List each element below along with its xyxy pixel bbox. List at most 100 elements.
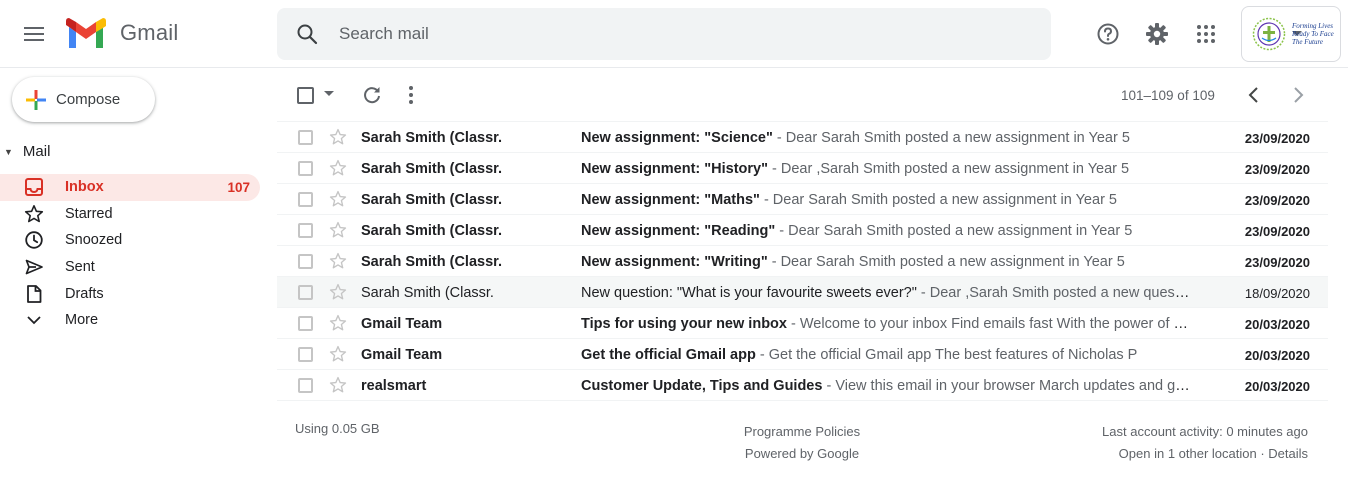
message-subject: New question: "What is your favourite sw… — [581, 285, 917, 301]
star-icon[interactable] — [329, 190, 347, 208]
message-row[interactable]: realsmart Customer Update, Tips and Guid… — [277, 370, 1328, 401]
message-row[interactable]: Gmail Team Get the official Gmail app - … — [277, 339, 1328, 370]
message-list: Sarah Smith (Classr. New assignment: "Sc… — [277, 121, 1328, 401]
message-content: New question: "What is your favourite sw… — [581, 285, 1191, 301]
compose-plus-icon — [26, 89, 46, 110]
sidebar-item-starred[interactable]: Starred — [0, 201, 260, 228]
row-checkbox[interactable] — [298, 378, 313, 393]
search-icon[interactable] — [295, 22, 319, 46]
row-checkbox[interactable] — [298, 223, 313, 238]
row-checkbox[interactable] — [298, 161, 313, 176]
hamburger-icon — [24, 27, 44, 41]
apps-button[interactable] — [1186, 14, 1226, 54]
message-content: New assignment: "Maths" - Dear Sarah Smi… — [581, 192, 1191, 208]
more-options-icon[interactable] — [407, 84, 415, 106]
message-date: 23/09/2020 — [1244, 193, 1310, 208]
search-bar[interactable] — [277, 8, 1302, 60]
compose-label: Compose — [56, 91, 121, 108]
settings-button[interactable] — [1137, 14, 1177, 54]
inbox-icon — [24, 177, 44, 197]
apps-grid-icon — [1197, 25, 1215, 43]
message-sender: Sarah Smith (Classr. — [361, 223, 503, 239]
message-row[interactable]: Sarah Smith (Classr. New assignment: "Hi… — [277, 153, 1328, 184]
clock-icon — [24, 230, 44, 250]
message-row[interactable]: Gmail Team Tips for using your new inbox… — [277, 308, 1328, 339]
message-subject: Get the official Gmail app — [581, 347, 756, 363]
organisation-account-badge[interactable]: Forming Lives Ready To Face The Future — [1241, 6, 1341, 62]
message-content: New assignment: "History" - Dear ,Sarah … — [581, 161, 1191, 177]
list-toolbar: 101–109 of 109 — [277, 72, 1328, 120]
org-tagline-line-2: Ready To Face — [1292, 30, 1334, 38]
sidebar-item-label: Drafts — [65, 285, 104, 302]
message-row[interactable]: Sarah Smith (Classr. New assignment: "Re… — [277, 215, 1328, 246]
send-icon — [24, 257, 44, 277]
storage-usage[interactable]: Using 0.05 GB — [295, 421, 380, 436]
star-icon[interactable] — [329, 159, 347, 177]
star-icon[interactable] — [329, 314, 347, 332]
chevron-left-icon[interactable] — [1243, 84, 1265, 106]
refresh-icon[interactable] — [361, 84, 383, 106]
select-all-checkbox[interactable] — [297, 87, 314, 104]
select-options-caret-icon[interactable] — [324, 91, 334, 97]
star-icon[interactable] — [329, 376, 347, 394]
compose-button[interactable]: Compose — [12, 77, 155, 122]
message-snippet: - Dear Sarah Smith posted a new assignme… — [772, 130, 1130, 146]
gmail-m-icon — [66, 18, 106, 48]
star-icon[interactable] — [329, 345, 347, 363]
message-date: 23/09/2020 — [1244, 131, 1310, 146]
message-sender: Sarah Smith (Classr. — [361, 285, 494, 301]
sidebar-item-more[interactable]: More — [0, 307, 260, 334]
message-row[interactable]: Sarah Smith (Classr. New question: "What… — [277, 277, 1328, 308]
org-tagline-line-1: Forming Lives — [1292, 22, 1334, 30]
chevron-right-icon[interactable] — [1287, 84, 1309, 106]
message-date: 20/03/2020 — [1244, 348, 1310, 363]
message-row[interactable]: Sarah Smith (Classr. New assignment: "Wr… — [277, 246, 1328, 277]
star-icon[interactable] — [329, 283, 347, 301]
message-content: New assignment: "Reading" - Dear Sarah S… — [581, 223, 1191, 239]
row-checkbox[interactable] — [298, 316, 313, 331]
message-sender: Sarah Smith (Classr. — [361, 130, 503, 146]
message-subject: Tips for using your new inbox — [581, 316, 787, 332]
message-date: 23/09/2020 — [1244, 162, 1310, 177]
message-snippet: - Dear Sarah Smith posted a new assignme… — [775, 223, 1133, 239]
message-row[interactable]: Sarah Smith (Classr. New assignment: "Sc… — [277, 122, 1328, 153]
sidebar-item-label: Snoozed — [65, 232, 123, 249]
programme-policies-link[interactable]: Programme Policies — [739, 421, 865, 443]
powered-by-google: Powered by Google — [744, 446, 860, 461]
sidebar-item-sent[interactable]: Sent — [0, 254, 260, 281]
message-sender: Sarah Smith (Classr. — [361, 254, 503, 270]
other-location-details-link[interactable]: Open in 1 other location · Details — [1102, 443, 1308, 465]
row-checkbox[interactable] — [298, 130, 313, 145]
message-date: 20/03/2020 — [1244, 317, 1310, 332]
row-checkbox[interactable] — [298, 254, 313, 269]
sidebar-item-snoozed[interactable]: Snoozed — [0, 227, 260, 254]
star-icon[interactable] — [329, 128, 347, 146]
sidebar-item-label: More — [65, 312, 99, 329]
message-subject: New assignment: "Science" — [581, 130, 773, 146]
search-input[interactable] — [339, 18, 979, 50]
row-checkbox[interactable] — [298, 347, 313, 362]
gear-icon — [1146, 23, 1168, 45]
message-snippet: - Dear ,Sarah Smith posted a new questio… — [916, 285, 1191, 301]
gmail-logo[interactable]: Gmail — [66, 18, 178, 48]
caret-down-icon: ▼ — [4, 146, 13, 157]
pagination-range: 101–109 of 109 — [1121, 88, 1215, 103]
message-snippet: - Dear Sarah Smith posted a new assignme… — [767, 254, 1125, 270]
mail-section-toggle[interactable]: ▼ Mail — [4, 143, 50, 160]
message-sender: Sarah Smith (Classr. — [361, 161, 503, 177]
sidebar-item-label: Inbox — [65, 179, 104, 196]
sidebar-item-inbox[interactable]: Inbox 107 — [0, 174, 260, 201]
help-button[interactable] — [1088, 14, 1128, 54]
draft-icon — [24, 284, 44, 304]
message-row[interactable]: Sarah Smith (Classr. New assignment: "Ma… — [277, 184, 1328, 215]
message-content: Customer Update, Tips and Guides - View … — [581, 378, 1191, 394]
sidebar-item-drafts[interactable]: Drafts — [0, 280, 260, 307]
help-icon — [1097, 23, 1119, 45]
star-icon[interactable] — [329, 221, 347, 239]
main-menu-button[interactable] — [14, 14, 54, 54]
last-activity-text: Last account activity: 0 minutes ago — [1102, 424, 1308, 439]
message-snippet: - View this email in your browser March … — [822, 378, 1191, 394]
star-icon[interactable] — [329, 252, 347, 270]
row-checkbox[interactable] — [298, 192, 313, 207]
row-checkbox[interactable] — [298, 285, 313, 300]
